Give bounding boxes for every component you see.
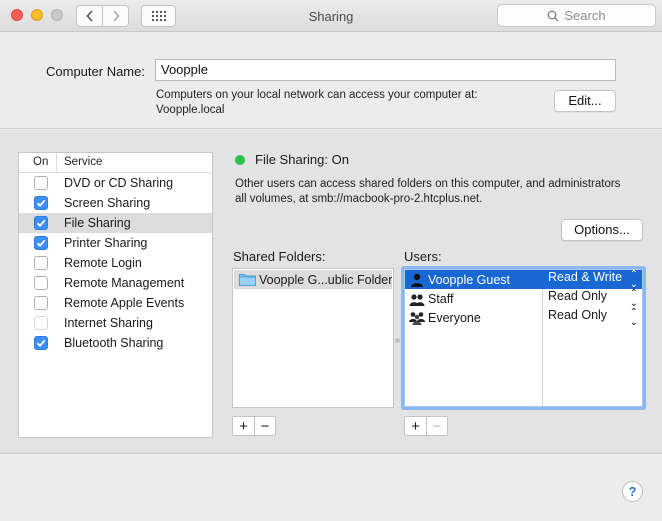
service-row[interactable]: Remote Login (19, 253, 212, 273)
sharing-main-section: On Service DVD or CD Sharing Screen Shari… (0, 130, 662, 454)
service-label: Screen Sharing (64, 196, 151, 210)
users-list-inner: Voopple Guest Read & Write ⌃ ⌄ Staff Read… (404, 269, 643, 407)
user-name: Everyone (428, 310, 481, 325)
file-sharing-status: File Sharing: On (255, 152, 349, 167)
service-label: Printer Sharing (64, 236, 148, 250)
users-add-remove: + − (404, 416, 448, 436)
service-checkbox[interactable] (34, 236, 48, 250)
service-checkbox[interactable] (34, 276, 48, 290)
computer-address-line1: Computers on your local network can acce… (156, 89, 478, 101)
service-row[interactable]: Screen Sharing (19, 193, 212, 213)
user-row[interactable]: Everyone Read Only ⌃ ⌄ (405, 306, 642, 328)
service-row[interactable]: Remote Apple Events (19, 293, 212, 313)
service-checkbox[interactable] (34, 256, 48, 270)
service-row[interactable]: Internet Sharing (19, 313, 212, 333)
checkmark-icon (36, 239, 46, 248)
add-shared-folder-button[interactable]: + (233, 417, 254, 435)
checkmark-icon (36, 339, 46, 348)
service-checkbox[interactable] (34, 296, 48, 310)
service-label: DVD or CD Sharing (64, 176, 174, 190)
add-user-button[interactable]: + (405, 417, 426, 435)
checkmark-icon (36, 219, 46, 228)
remove-shared-folder-button[interactable]: − (254, 417, 275, 435)
user-row[interactable]: Voopple Guest Read & Write ⌃ ⌄ (405, 268, 642, 290)
service-checkbox[interactable] (34, 176, 48, 190)
service-label: File Sharing (64, 216, 131, 230)
permission-value: Read Only (548, 288, 608, 303)
service-label: Bluetooth Sharing (64, 336, 164, 350)
split-handle[interactable] (395, 338, 400, 343)
users-list[interactable]: Voopple Guest Read & Write ⌃ ⌄ Staff Read… (401, 266, 646, 410)
user-name-cell: Staff (405, 292, 542, 306)
file-sharing-description-line1: Other users can access shared folders on… (235, 178, 621, 190)
service-checkbox (34, 316, 48, 330)
user-name: Voopple Guest (428, 272, 511, 287)
column-header-service[interactable]: Service (57, 153, 102, 172)
permission-popup[interactable]: Read & Write ⌃ ⌄ (542, 268, 642, 290)
checkmark-icon (36, 199, 46, 208)
search-field[interactable]: Search (497, 4, 656, 27)
permission-popup[interactable]: Read Only ⌃ ⌄ (542, 306, 642, 328)
remove-user-button[interactable]: − (426, 417, 447, 435)
user-name: Staff (428, 291, 454, 306)
permission-value: Read & Write (548, 269, 623, 284)
shared-folders-list[interactable]: Voopple G...ublic Folder (232, 268, 394, 408)
service-checkbox[interactable] (34, 216, 48, 230)
computer-name-input[interactable]: Voopple (155, 59, 616, 81)
service-row[interactable]: File Sharing (19, 213, 212, 233)
service-list-header: On Service (19, 153, 212, 173)
computer-address-line2: Voopple.local (156, 104, 225, 116)
shared-folders-add-remove: + − (232, 416, 276, 436)
help-button[interactable]: ? (622, 481, 643, 502)
search-icon (547, 10, 559, 22)
options-button[interactable]: Options... (561, 219, 643, 241)
service-label: Remote Apple Events (64, 296, 185, 310)
service-row[interactable]: Remote Management (19, 273, 212, 293)
group-icon (409, 293, 425, 306)
updown-arrows-icon: ⌃ ⌄ (629, 287, 638, 309)
computer-address-description: Computers on your local network can acce… (156, 88, 536, 118)
service-label: Remote Management (64, 276, 185, 290)
user-name-cell: Voopple Guest (405, 273, 542, 287)
computer-name-label: Computer Name: (46, 64, 145, 79)
file-sharing-description: Other users can access shared folders on… (235, 177, 640, 207)
service-row[interactable]: DVD or CD Sharing (19, 173, 212, 193)
folder-icon (239, 273, 256, 286)
updown-arrows-icon: ⌃ ⌄ (629, 268, 638, 290)
permission-value: Read Only (548, 307, 608, 322)
service-checkbox[interactable] (34, 336, 48, 350)
user-row[interactable]: Staff Read Only ⌃ ⌄ (405, 287, 642, 309)
service-row[interactable]: Bluetooth Sharing (19, 333, 212, 353)
shared-folder-row[interactable]: Voopple G...ublic Folder (234, 270, 392, 289)
users-label: Users: (404, 249, 442, 264)
status-indicator-icon (235, 155, 245, 165)
everyone-icon (409, 311, 425, 325)
user-name-cell: Everyone (405, 311, 542, 325)
column-header-on[interactable]: On (19, 153, 57, 172)
search-placeholder: Search (564, 8, 606, 23)
edit-button[interactable]: Edit... (554, 90, 616, 112)
title-bar: Sharing Search (0, 0, 662, 32)
file-sharing-description-line2: all volumes, at smb://macbook-pro-2.htcp… (235, 193, 483, 205)
shared-folders-label: Shared Folders: (233, 249, 326, 264)
single-user-icon (411, 273, 423, 287)
shared-folder-name: Voopple G...ublic Folder (259, 272, 392, 287)
service-label: Internet Sharing (64, 316, 153, 330)
permission-popup[interactable]: Read Only ⌃ ⌄ (542, 287, 642, 309)
service-row[interactable]: Printer Sharing (19, 233, 212, 253)
service-label: Remote Login (64, 256, 142, 270)
computer-name-section: Computer Name: Voopple Computers on your… (0, 33, 662, 129)
service-checkbox[interactable] (34, 196, 48, 210)
updown-arrows-icon: ⌃ ⌄ (629, 306, 638, 328)
service-rows: DVD or CD Sharing Screen Sharing File Shar… (19, 173, 212, 353)
service-list: On Service DVD or CD Sharing Screen Shari… (18, 152, 213, 438)
